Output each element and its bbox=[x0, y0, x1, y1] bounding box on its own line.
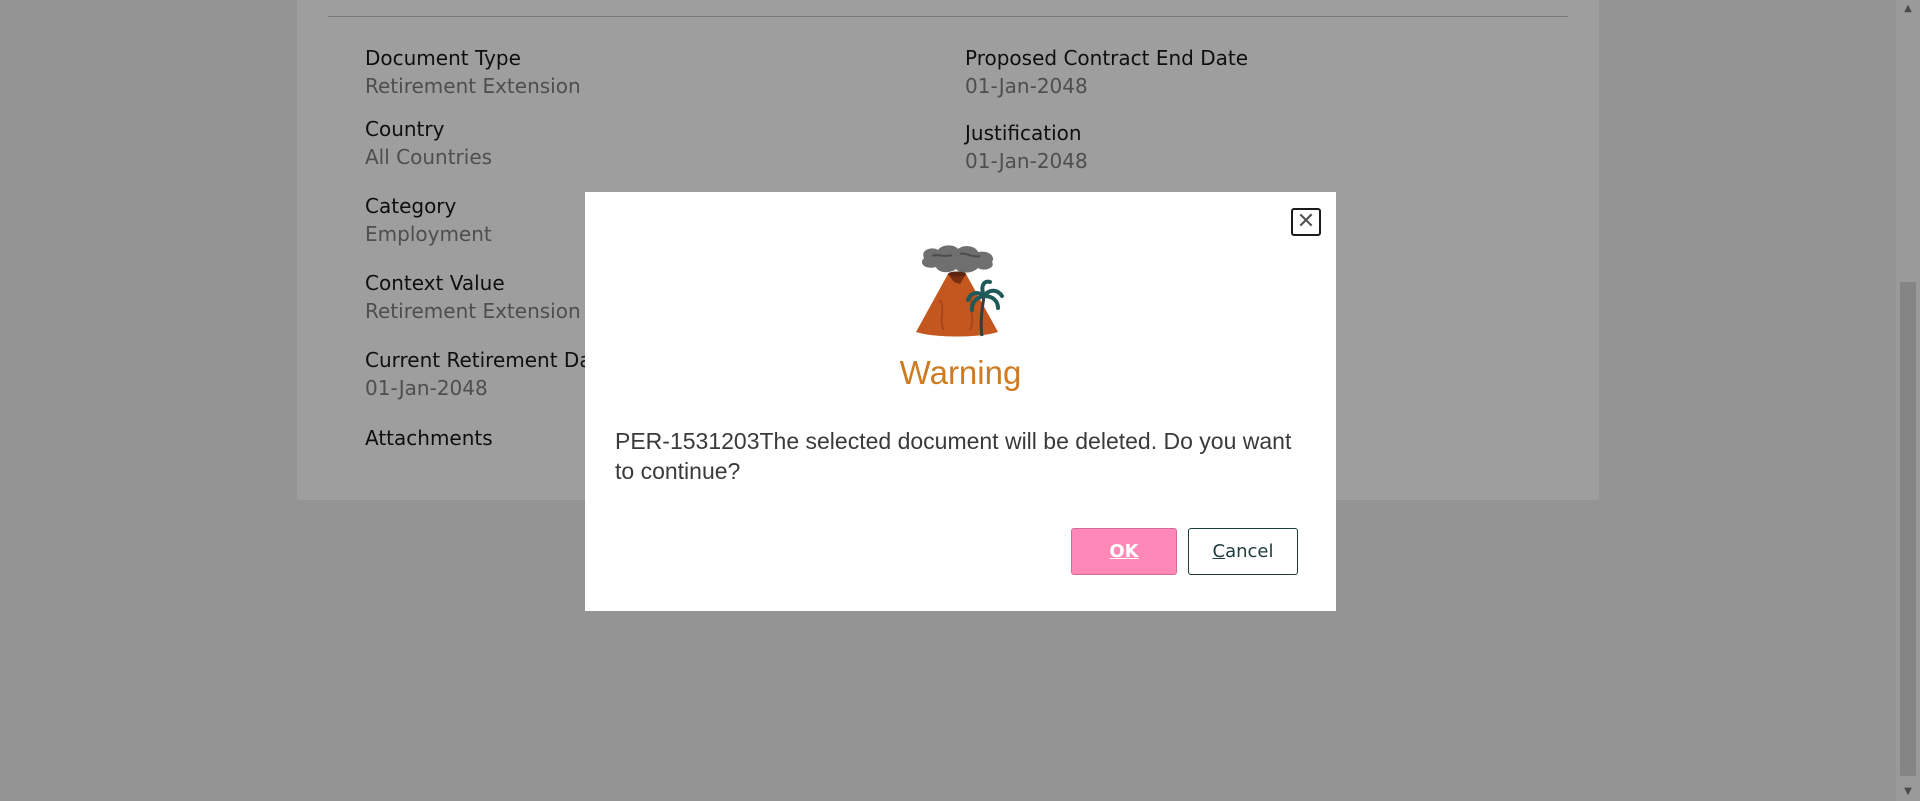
field-label: Current Retirement Dat bbox=[365, 348, 600, 372]
close-icon[interactable]: ✕ bbox=[1297, 211, 1315, 233]
cancel-button[interactable]: Cancel bbox=[1188, 528, 1298, 575]
field-label: Proposed Contract End Date bbox=[965, 46, 1248, 70]
field-proposed-contract-end-date: Proposed Contract End Date 01-Jan-2048 bbox=[965, 45, 1248, 99]
field-value: All Countries bbox=[365, 145, 493, 169]
section-divider bbox=[328, 16, 1568, 17]
scroll-down-icon[interactable]: ▼ bbox=[1896, 783, 1920, 801]
field-label: Attachments bbox=[365, 426, 493, 450]
scroll-up-icon[interactable]: ▲ bbox=[1896, 0, 1920, 18]
ok-button[interactable]: OK bbox=[1071, 528, 1177, 575]
field-country: Country All Countries bbox=[365, 116, 492, 170]
field-value: Employment bbox=[365, 222, 492, 246]
field-document-type: Document Type Retirement Extension bbox=[365, 45, 581, 99]
field-value: 01-Jan-2048 bbox=[965, 74, 1088, 98]
warning-dialog: ✕ Warning PER-1531203The selected docume… bbox=[585, 192, 1336, 611]
field-label: Justification bbox=[965, 121, 1082, 145]
scroll-thumb[interactable] bbox=[1900, 282, 1916, 776]
dialog-message: PER-1531203The selected document will be… bbox=[615, 428, 1292, 484]
close-button[interactable]: ✕ bbox=[1291, 208, 1321, 236]
field-value: 01-Jan-2048 bbox=[365, 376, 488, 400]
volcano-icon bbox=[916, 245, 1004, 337]
field-label: Context Value bbox=[365, 271, 505, 295]
cancel-label: ancel bbox=[1225, 541, 1274, 562]
cancel-mnemonic: C bbox=[1212, 541, 1226, 562]
field-context-value: Context Value Retirement Extension bbox=[365, 270, 581, 324]
field-value: 01-Jan-2048 bbox=[965, 149, 1088, 173]
field-label: Country bbox=[365, 117, 445, 141]
field-value: Retirement Extension bbox=[365, 74, 581, 98]
field-attachments: Attachments bbox=[365, 425, 493, 451]
field-justification: Justification 01-Jan-2048 bbox=[965, 120, 1088, 174]
dialog-title: Warning bbox=[899, 354, 1022, 391]
vertical-scrollbar[interactable]: ▲ ▼ bbox=[1896, 0, 1920, 801]
field-value: Retirement Extension bbox=[365, 299, 581, 323]
field-label: Document Type bbox=[365, 46, 521, 70]
field-category: Category Employment bbox=[365, 193, 492, 247]
field-current-retirement-date: Current Retirement Dat 01-Jan-2048 bbox=[365, 347, 599, 401]
field-label: Category bbox=[365, 194, 457, 218]
